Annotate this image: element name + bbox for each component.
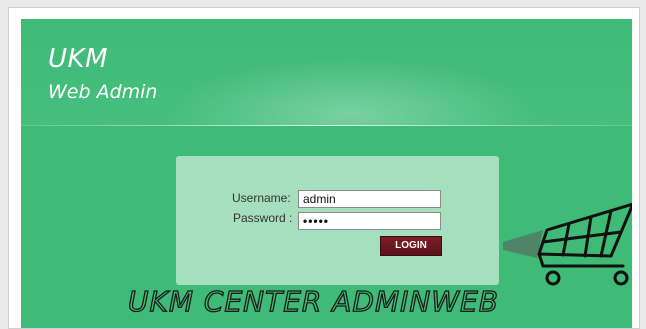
brand-subtitle: Web Admin bbox=[48, 81, 158, 103]
login-form: Username: admin Password : ••••• LOGIN bbox=[176, 156, 499, 285]
page-frame: UKM Web Admin Username: admin Password :… bbox=[8, 7, 640, 329]
shopping-cart-icon bbox=[503, 202, 632, 286]
header-background bbox=[21, 19, 632, 126]
brand-title: UKM bbox=[48, 44, 109, 74]
login-button[interactable]: LOGIN bbox=[380, 236, 442, 256]
banner-text: UKM CENTER ADMINWEB bbox=[127, 284, 499, 318]
password-input[interactable]: ••••• bbox=[298, 212, 441, 230]
header-divider bbox=[21, 125, 632, 126]
admin-panel: UKM Web Admin Username: admin Password :… bbox=[21, 19, 632, 328]
password-label: Password : bbox=[233, 211, 293, 225]
username-label: Username: bbox=[232, 191, 291, 205]
username-input[interactable]: admin bbox=[298, 190, 441, 208]
